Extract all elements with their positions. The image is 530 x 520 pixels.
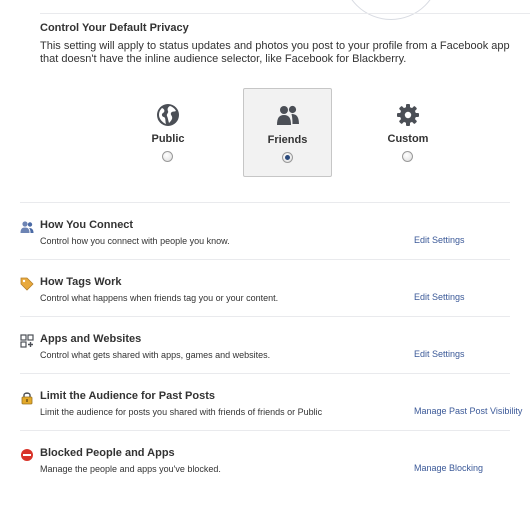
setting-row-how-you-connect: How You Connect Control how you connect … <box>20 203 530 260</box>
custom-radio[interactable] <box>402 151 413 162</box>
globe-icon <box>157 104 179 126</box>
setting-description: Control what gets shared with apps, game… <box>40 350 271 360</box>
privacy-option-label: Custom <box>387 133 429 145</box>
decorative-circle <box>342 0 440 20</box>
setting-row-apps-and-websites: Apps and Websites Control what gets shar… <box>20 317 530 374</box>
setting-description: Control what happens when friends tag yo… <box>40 293 279 303</box>
gear-icon <box>397 104 419 126</box>
friends-icon <box>277 105 299 125</box>
privacy-option-public[interactable]: Public <box>124 88 212 174</box>
edit-settings-link[interactable]: Edit Settings <box>414 349 465 359</box>
setting-title: Apps and Websites <box>40 333 142 345</box>
top-divider <box>40 13 530 14</box>
lock-icon <box>21 392 33 405</box>
blocked-icon <box>21 449 33 461</box>
setting-title: How You Connect <box>40 219 134 231</box>
privacy-section-title: Control Your Default Privacy <box>40 22 189 34</box>
setting-title: Limit the Audience for Past Posts <box>40 390 216 402</box>
privacy-section-description: This setting will apply to status update… <box>40 40 510 65</box>
edit-settings-link[interactable]: Edit Settings <box>414 292 465 302</box>
setting-title: How Tags Work <box>40 276 122 288</box>
privacy-option-label: Public <box>151 133 185 145</box>
manage-blocking-link[interactable]: Manage Blocking <box>414 463 483 473</box>
public-radio[interactable] <box>162 151 173 162</box>
people-icon <box>20 221 34 233</box>
privacy-option-friends[interactable]: Friends <box>243 88 332 177</box>
setting-row-blocked-people: Blocked People and Apps Manage the peopl… <box>20 431 530 488</box>
privacy-option-label: Friends <box>267 134 308 146</box>
setting-description: Manage the people and apps you've blocke… <box>40 464 221 474</box>
setting-row-limit-past-posts: Limit the Audience for Past Posts Limit … <box>20 374 530 431</box>
manage-past-post-visibility-link[interactable]: Manage Past Post Visibility <box>414 406 522 416</box>
edit-settings-link[interactable]: Edit Settings <box>414 235 465 245</box>
privacy-option-custom[interactable]: Custom <box>364 88 452 174</box>
setting-description: Limit the audience for posts you shared … <box>40 407 323 417</box>
setting-title: Blocked People and Apps <box>40 447 175 459</box>
setting-row-how-tags-work: How Tags Work Control what happens when … <box>20 260 530 317</box>
friends-radio[interactable] <box>282 152 293 163</box>
tag-icon <box>20 277 34 291</box>
setting-description: Control how you connect with people you … <box>40 236 230 246</box>
apps-icon <box>20 334 34 348</box>
